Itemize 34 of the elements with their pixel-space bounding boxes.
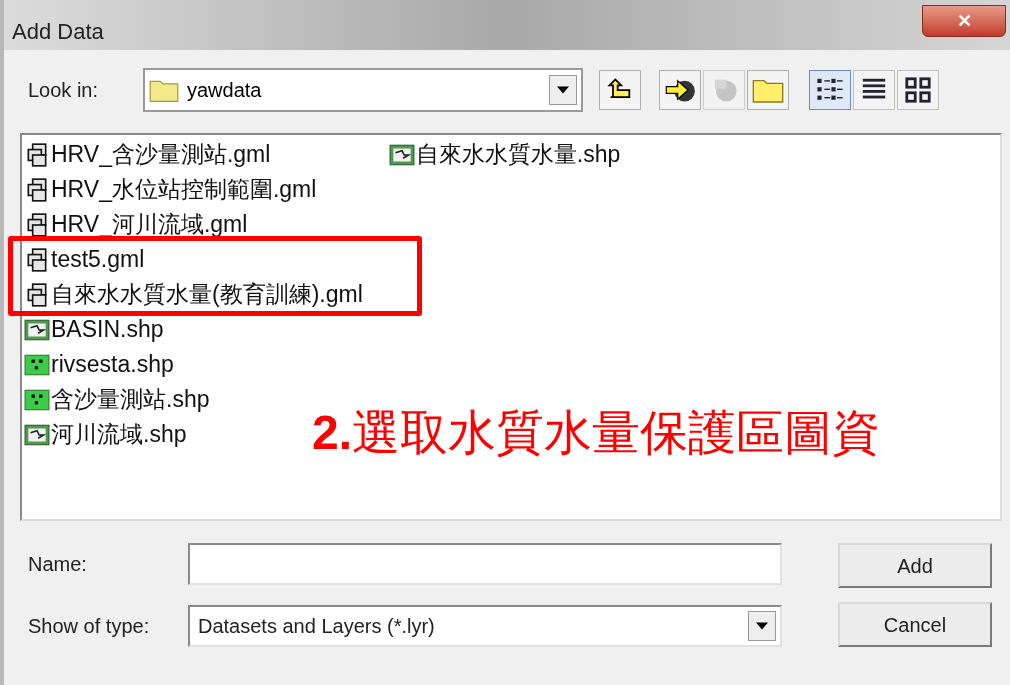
file-item[interactable]: HRV_含沙量測站.gml [24,137,275,172]
file-item[interactable]: 自來水水質水量.shp [388,137,625,172]
file-item[interactable]: 河川流域.shp [24,417,191,452]
point-layer-icon [24,353,50,376]
file-item[interactable]: BASIN.shp [24,312,168,347]
annotation-text: 2.選取水質水量保護區圖資 [312,405,881,461]
type-value: Datasets and Layers (*.lyr) [198,614,436,639]
look-in-dropdown[interactable]: yawdata [143,68,583,112]
details-view-button[interactable] [853,70,895,110]
polygon-layer-icon [388,143,415,166]
look-in-value: yawdata [187,78,263,103]
file-item[interactable]: rivsesta.shp [24,347,178,382]
up-folder-button[interactable] [599,70,641,110]
name-label: Name: [28,552,88,577]
file-item[interactable]: HRV_河川流域.gml [24,207,252,242]
type-label: Show of type: [28,614,151,639]
file-item[interactable]: test5.gml [24,242,149,277]
name-field[interactable] [188,543,782,585]
point-layer-icon [24,388,50,411]
look-in-label: Look in: [28,78,100,103]
polygon-layer-icon [24,423,50,446]
thumbnails-view-button[interactable] [897,70,939,110]
file-item[interactable]: 自來水水質水量(教育訓練).gml [24,277,367,312]
polygon-layer-icon [24,318,50,341]
thumbnails-view-icon [904,76,932,104]
list-view-button[interactable] [809,70,851,110]
new-folder-button[interactable] [747,70,789,110]
dialog-button[interactable]: Cancel [838,602,992,647]
connect-button[interactable] [659,70,701,110]
type-dropdown[interactable]: Datasets and Layers (*.lyr) [188,605,782,647]
file-item[interactable]: 含沙量測站.shp [24,382,214,417]
dialog-button[interactable]: Add [838,543,992,588]
window-title: Add Data [12,17,104,46]
file-item[interactable]: HRV_水位站控制範圍.gml [24,172,321,207]
